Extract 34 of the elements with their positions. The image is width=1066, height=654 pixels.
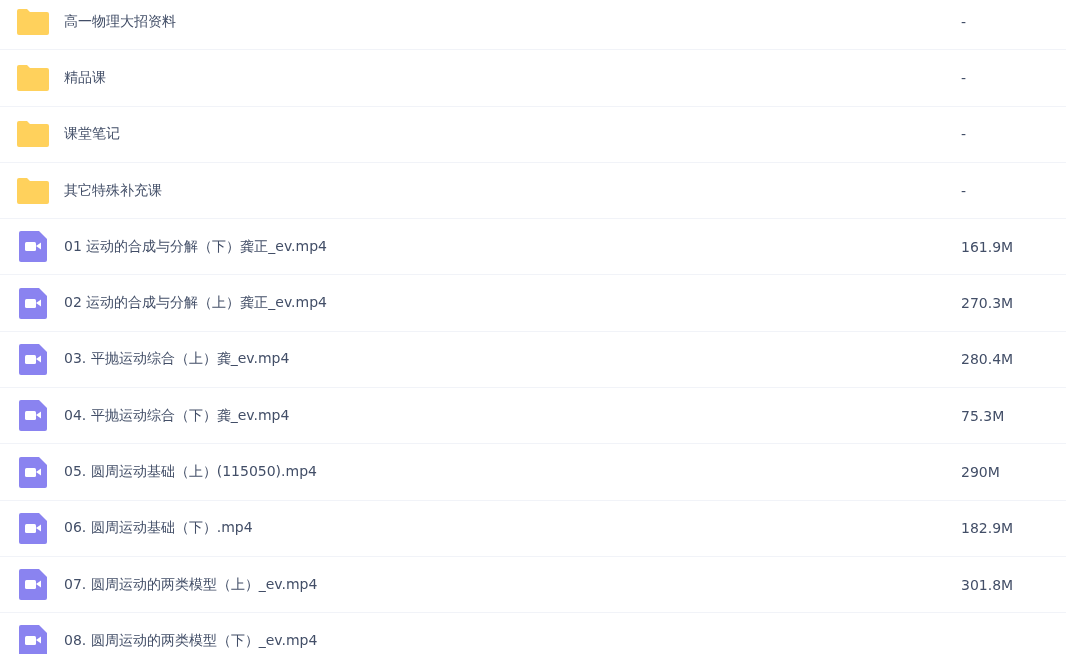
file-name[interactable]: 课堂笔记 (64, 125, 961, 144)
folder-icon (17, 177, 49, 204)
video-file-icon (19, 231, 47, 263)
file-name[interactable]: 其它特殊补充课 (64, 181, 961, 200)
video-file-icon (19, 343, 47, 375)
video-file-icon (19, 400, 47, 432)
file-size: 301.8M (961, 576, 1015, 593)
folder-icon (17, 64, 49, 91)
video-file-icon (19, 512, 47, 544)
file-name[interactable]: 02 运动的合成与分解（上）龚正_ev.mp4 (64, 294, 961, 313)
file-size: - (961, 126, 968, 143)
folder-icon (17, 121, 49, 148)
file-name[interactable]: 高一物理大招资料 (64, 12, 961, 31)
file-size: 75.3M (961, 407, 1006, 424)
file-size: 270.3M (961, 295, 1015, 312)
file-name[interactable]: 07. 圆周运动的两类模型（上）_ev.mp4 (64, 575, 961, 594)
file-name[interactable]: 04. 平抛运动综合（下）龚_ev.mp4 (64, 406, 961, 425)
file-size: 161.9M (961, 238, 1015, 255)
file-name[interactable]: 精品课 (64, 68, 961, 87)
file-size: - (961, 182, 968, 199)
file-name[interactable]: 01 运动的合成与分解（下）龚正_ev.mp4 (64, 237, 961, 256)
file-size: 290M (961, 464, 1001, 480)
folder-icon (17, 8, 49, 35)
file-size: 280.4M (961, 351, 1015, 368)
video-file-icon (19, 287, 47, 319)
file-size: - (961, 13, 968, 30)
file-name[interactable]: 05. 圆周运动基础（上）(115050).mp4 (64, 463, 961, 481)
file-size: 182.9M (961, 520, 1015, 537)
file-name[interactable]: 06. 圆周运动基础（下）.mp4 (64, 519, 961, 538)
file-name[interactable]: 03. 平抛运动综合（上）龚_ev.mp4 (64, 350, 961, 369)
video-file-icon (19, 456, 47, 488)
file-name[interactable]: 08. 圆周运动的两类模型（下）_ev.mp4 (64, 631, 961, 650)
file-size: - (961, 69, 968, 86)
video-file-icon (19, 569, 47, 601)
